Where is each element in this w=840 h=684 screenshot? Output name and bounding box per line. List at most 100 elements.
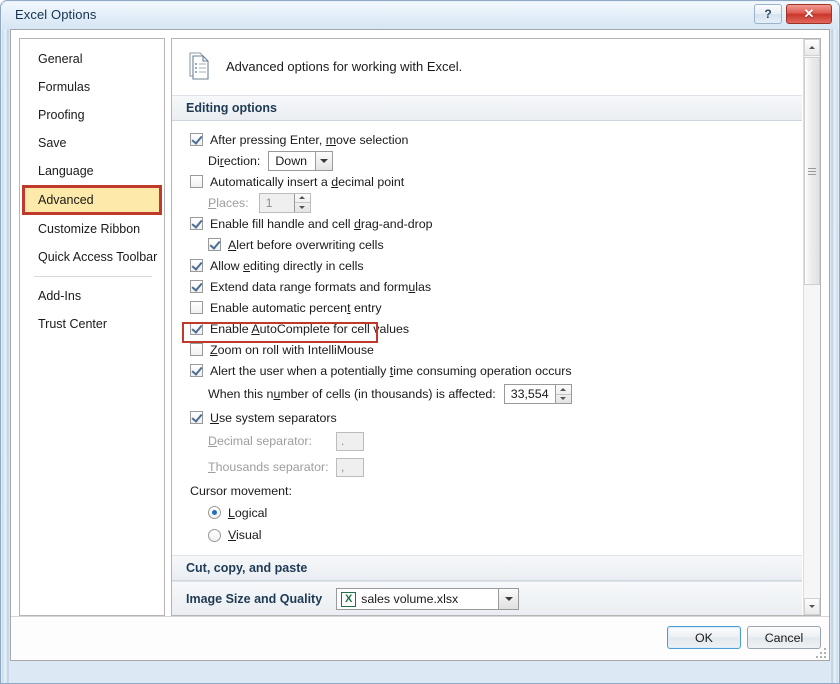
section-header-editing-options: Editing options bbox=[172, 95, 802, 121]
sidebar-item-language[interactable]: Language bbox=[20, 157, 164, 185]
label-use-system-separators: Use system separators bbox=[210, 410, 337, 425]
cells-affected-row[interactable]: When this number of cells (in thousands)… bbox=[190, 381, 802, 407]
document-options-icon bbox=[186, 51, 212, 81]
thousands-separator-row: Thousands separator: , bbox=[190, 454, 802, 480]
sidebar-item-formulas[interactable]: Formulas bbox=[20, 73, 164, 101]
places-spinner-buttons bbox=[293, 193, 310, 212]
sidebar-divider bbox=[34, 276, 152, 277]
workbook-selector-combobox[interactable]: X sales volume.xlsx bbox=[336, 587, 520, 610]
checkbox-zoom-on-roll[interactable] bbox=[190, 343, 203, 356]
radio-row-visual[interactable]: Visual bbox=[190, 523, 802, 547]
dialog-body: General Formulas Proofing Save Language … bbox=[10, 29, 830, 661]
spinner-down-icon[interactable] bbox=[555, 393, 571, 404]
label-zoom-on-roll: Zoom on roll with IntelliMouse bbox=[210, 342, 374, 357]
checkbox-row-automatic-percent-entry[interactable]: Enable automatic percent entry bbox=[190, 297, 802, 318]
dialog-footer: OK Cancel bbox=[11, 616, 829, 660]
label-allow-editing-in-cells: Allow editing directly in cells bbox=[210, 258, 364, 273]
resize-grip[interactable] bbox=[814, 646, 826, 658]
thousands-separator-input: , bbox=[336, 457, 364, 477]
sidebar-item-customize-ribbon[interactable]: Customize Ribbon bbox=[20, 215, 164, 243]
checkbox-extend-data-range[interactable] bbox=[190, 280, 203, 293]
spinner-down-icon bbox=[294, 202, 310, 212]
label-thousands-separator: Thousands separator: bbox=[208, 460, 329, 474]
scroll-down-icon[interactable] bbox=[804, 598, 820, 615]
cancel-button[interactable]: Cancel bbox=[747, 626, 821, 649]
places-row: Places: 1 bbox=[190, 192, 802, 213]
content-scroll-area: Advanced options for working with Excel.… bbox=[172, 39, 802, 615]
spinner-up-icon bbox=[295, 194, 310, 203]
checkbox-row-alert-overwriting[interactable]: Alert before overwriting cells bbox=[190, 234, 802, 255]
sidebar-item-quick-access-toolbar[interactable]: Quick Access Toolbar bbox=[20, 243, 164, 271]
scroll-up-icon[interactable] bbox=[804, 39, 820, 56]
checkbox-autocomplete[interactable] bbox=[190, 322, 203, 335]
sidebar-item-proofing[interactable]: Proofing bbox=[20, 101, 164, 129]
sidebar-item-advanced[interactable]: Advanced bbox=[22, 185, 162, 215]
label-auto-decimal-point: Automatically insert a decimal point bbox=[210, 174, 405, 189]
checkbox-row-fill-handle[interactable]: Enable fill handle and cell drag-and-dro… bbox=[190, 213, 802, 234]
label-places: Places: bbox=[208, 195, 249, 210]
dialog-window: Excel Options ? ✕ General Formulas Proof… bbox=[0, 0, 840, 684]
radio-visual[interactable] bbox=[208, 528, 221, 542]
content-scrollbar[interactable] bbox=[803, 39, 820, 615]
checkbox-automatic-percent-entry[interactable] bbox=[190, 301, 203, 314]
checkbox-alert-overwriting[interactable] bbox=[208, 238, 221, 251]
checkbox-row-alert-time-consuming[interactable]: Alert the user when a potentially time c… bbox=[190, 360, 802, 381]
cells-affected-spinner-buttons[interactable] bbox=[554, 385, 571, 404]
label-alert-time-consuming: Alert the user when a potentially time c… bbox=[210, 363, 572, 378]
label-decimal-separator: Decimal separator: bbox=[208, 434, 312, 448]
radio-row-logical[interactable]: Logical bbox=[190, 502, 802, 523]
direction-row[interactable]: Direction: Down bbox=[190, 150, 802, 171]
help-icon[interactable]: ? bbox=[754, 4, 782, 24]
options-sidebar: General Formulas Proofing Save Language … bbox=[19, 38, 165, 616]
sidebar-item-trust-center[interactable]: Trust Center bbox=[20, 310, 164, 338]
section-header-image-size-quality: Image Size and Quality X sales volume.xl… bbox=[172, 581, 802, 615]
scrollbar-thumb[interactable] bbox=[804, 57, 820, 285]
cells-affected-spinner[interactable]: 33,554 bbox=[503, 384, 572, 404]
decimal-separator-input: . bbox=[336, 431, 364, 451]
label-logical: Logical bbox=[228, 505, 268, 520]
window-title: Excel Options bbox=[15, 7, 97, 22]
label-after-pressing-enter: After pressing Enter, move selection bbox=[210, 132, 409, 147]
label-alert-overwriting: Alert before overwriting cells bbox=[228, 237, 384, 252]
label-fill-handle: Enable fill handle and cell drag-and-dro… bbox=[210, 216, 433, 231]
sidebar-item-general[interactable]: General bbox=[20, 45, 164, 73]
excel-file-icon: X bbox=[341, 591, 357, 607]
checkbox-after-pressing-enter[interactable] bbox=[190, 133, 203, 146]
workbook-file-name: sales volume.xlsx bbox=[361, 591, 459, 606]
cells-affected-value[interactable]: 33,554 bbox=[505, 385, 555, 403]
checkbox-use-system-separators[interactable] bbox=[190, 411, 203, 424]
window-frame-left-edge bbox=[2, 2, 10, 683]
sidebar-item-save[interactable]: Save bbox=[20, 129, 164, 157]
checkbox-alert-time-consuming[interactable] bbox=[190, 364, 203, 377]
label-visual: Visual bbox=[228, 528, 262, 542]
checkbox-fill-handle[interactable] bbox=[190, 217, 203, 230]
radio-logical[interactable] bbox=[208, 506, 221, 519]
close-icon[interactable]: ✕ bbox=[786, 4, 832, 24]
label-extend-data-range: Extend data range formats and formulas bbox=[210, 279, 432, 294]
checkbox-row-after-pressing-enter[interactable]: After pressing Enter, move selection bbox=[190, 129, 802, 150]
cursor-movement-group-label: Cursor movement: bbox=[190, 484, 292, 498]
checkbox-row-auto-decimal-point[interactable]: Automatically insert a decimal point bbox=[190, 171, 802, 192]
label-cells-affected: When this number of cells (in thousands)… bbox=[208, 387, 496, 401]
decimal-separator-row: Decimal separator: . bbox=[190, 428, 802, 454]
window-frame-right-edge bbox=[830, 2, 838, 683]
ok-button[interactable]: OK bbox=[667, 626, 741, 649]
image-size-quality-label: Image Size and Quality bbox=[186, 591, 323, 606]
label-direction: Direction: bbox=[208, 153, 261, 168]
direction-combobox[interactable]: Down bbox=[268, 150, 334, 171]
checkbox-row-zoom-on-roll[interactable]: Zoom on roll with IntelliMouse bbox=[190, 339, 802, 360]
checkbox-row-allow-editing-in-cells[interactable]: Allow editing directly in cells bbox=[190, 255, 802, 276]
title-bar: Excel Options ? ✕ bbox=[2, 2, 838, 29]
sidebar-item-add-ins[interactable]: Add-Ins bbox=[20, 282, 164, 310]
checkbox-row-autocomplete[interactable]: Enable AutoComplete for cell values bbox=[190, 318, 802, 339]
checkbox-row-extend-data-range[interactable]: Extend data range formats and formulas bbox=[190, 276, 802, 297]
chevron-down-icon[interactable] bbox=[315, 151, 333, 170]
direction-value: Down bbox=[275, 153, 308, 168]
checkbox-row-use-system-separators[interactable]: Use system separators bbox=[190, 407, 802, 428]
scrollbar-grip-icon bbox=[808, 166, 816, 177]
chevron-down-icon[interactable] bbox=[498, 588, 519, 609]
checkbox-auto-decimal-point[interactable] bbox=[190, 175, 203, 188]
spinner-up-icon[interactable] bbox=[556, 385, 571, 394]
checkbox-allow-editing-in-cells[interactable] bbox=[190, 259, 203, 272]
options-content-pane: Advanced options for working with Excel.… bbox=[171, 38, 821, 616]
